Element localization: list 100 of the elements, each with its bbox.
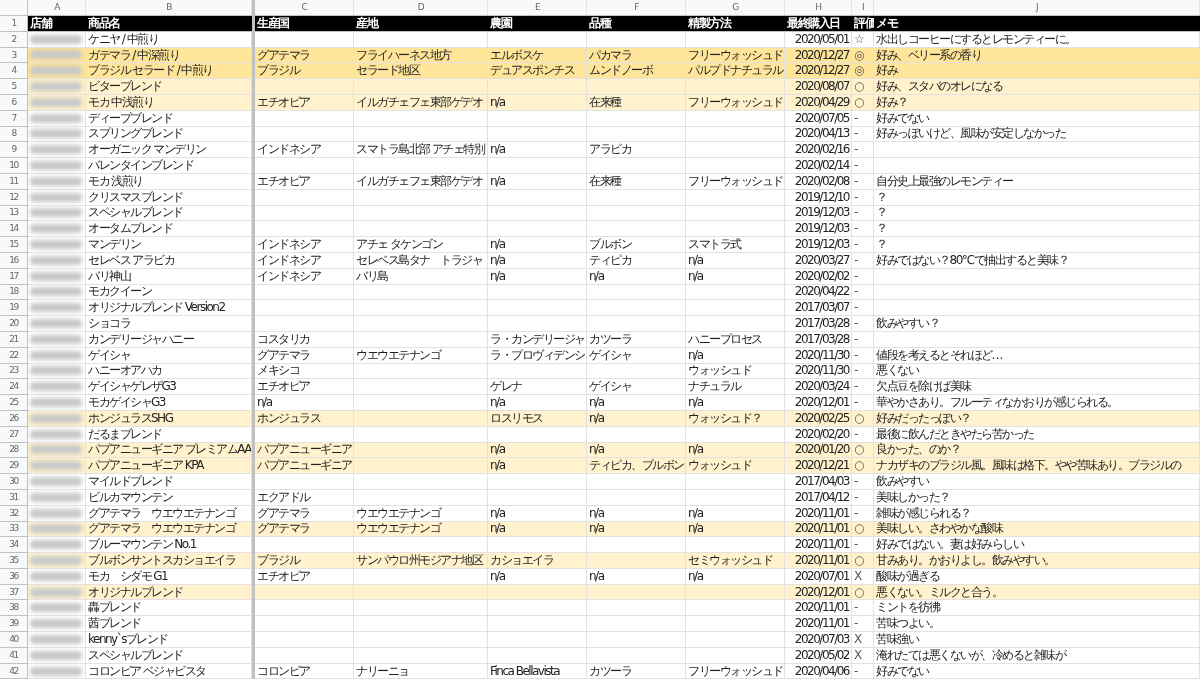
column-letter[interactable]: C (255, 0, 354, 15)
row-number[interactable]: 4 (0, 63, 28, 80)
table-row[interactable]: 39 茜ブレンド 2020/11/01 - 苦味つよい。 (0, 616, 1200, 633)
column-letter[interactable]: H (785, 0, 852, 15)
blurred-text (30, 113, 82, 123)
blurred-text (30, 429, 82, 439)
column-letter[interactable]: D (354, 0, 488, 15)
table-cell: サンパウロ州モジアナ地区 (356, 553, 482, 568)
blurred-text (30, 634, 82, 644)
table-cell: n/a (688, 252, 703, 268)
table-cell: 2020/11/01 (794, 505, 849, 521)
blurred-text (30, 398, 82, 407)
row-number[interactable]: 15 (0, 237, 28, 253)
blurred-text (30, 556, 82, 565)
table-cell: カツーラ (589, 663, 631, 679)
blurred-text (30, 287, 82, 297)
table-cell: 2020/04/29 (794, 95, 849, 110)
table-cell: n/a (688, 268, 703, 284)
table-cell: 2020/11/01 (794, 600, 849, 616)
row-number[interactable]: 29 (0, 458, 28, 475)
blurred-text (30, 255, 82, 265)
table-cell: n/a (688, 505, 703, 521)
table-cell: 良かった、のか？ (876, 442, 960, 458)
table-cell: ロスリモス (490, 410, 543, 426)
row-number[interactable]: 35 (0, 553, 28, 569)
table-row[interactable]: 24 ゲイシャゲレザG3 エチオピア ゲレナ ゲイシャ ナチュラル 2020/03/24 - 欠点豆を除けば美味 (0, 379, 1200, 396)
table-row[interactable]: 30 マイルドブレンド 2017/04/03 - 飲みやすい (0, 474, 1200, 490)
table-cell: n/a (490, 568, 505, 584)
table-row[interactable]: 15 マンデリン インドネシア アチェ タケンゴン n/a ブルボン スマトラ式 2019/12/03 - ？ (0, 237, 1200, 253)
table-cell: 2020/07/03 (794, 632, 849, 647)
table-row[interactable]: 20 ショコラ 2017/03/28 - 飲みやすい？ (0, 316, 1200, 332)
table-cell: 2017/04/12 (794, 489, 849, 505)
table-cell: ハニーオアハカ (88, 363, 162, 379)
table-cell: 好み、ベリー系の香り (876, 47, 981, 63)
table-cell: ○ (854, 95, 863, 110)
table-cell: Finca Bellavista (490, 663, 560, 679)
table-cell: パルプドナチュラル (688, 63, 783, 79)
table-cell: ？ (876, 221, 887, 237)
row-number[interactable]: 5 (0, 79, 28, 95)
column-letter[interactable]: I (852, 0, 874, 15)
column-letter[interactable]: G (686, 0, 785, 15)
table-row[interactable]: 25 モカゲイシャG3 n/a n/a n/a n/a 2020/12/01 - 華やかさあり。フルーティなかおりが感じられる。 (0, 395, 1200, 411)
table-cell: 淹れたては悪くないが、冷めると雑味が (876, 647, 1065, 663)
table-cell: 2020/07/05 (794, 110, 849, 126)
table-cell: - (854, 616, 857, 632)
table-cell: 2017/03/28 (794, 316, 849, 331)
table-cell: グアテマラ ウエウエテナンゴ (88, 505, 235, 521)
row-number[interactable]: 24 (0, 379, 28, 396)
table-cell: ウォッシュド？ (688, 410, 762, 426)
table-row[interactable]: 19 オリジナルブレンド Version2 2017/03/07 - (0, 300, 1200, 317)
row-number[interactable]: 40 (0, 632, 28, 648)
row-number[interactable]: 25 (0, 395, 28, 411)
table-cell: ムンドノーボ (589, 63, 652, 79)
table-row[interactable]: 9 オーガニック マンデリン インドネシア スマトラ島北部 アチェ特別 n/a アラビカ 2020/02/16 - (0, 142, 1200, 159)
table-cell: - (854, 284, 857, 300)
table-row[interactable]: 10 バレンタインブレンド 2020/02/14 - (0, 158, 1200, 174)
table-cell: 好みではない。妻は好みらしい (876, 537, 1023, 553)
row-number[interactable]: 14 (0, 221, 28, 238)
table-row[interactable]: 29 パプアニューギニア KPA パプアニューギニア n/a ティピカ、ブルボン ウォッシュド 2020/12/21 ○ ナカザキのブラジル風。風味は格下。やや苦味あり。ブラジルの (0, 458, 1200, 475)
row-number[interactable]: 30 (0, 474, 28, 490)
column-letter[interactable]: A (28, 0, 86, 15)
table-row[interactable]: 34 ブルーマウンテン No.1 2020/11/01 - 好みではない。妻は好みらしい (0, 537, 1200, 554)
table-cell: 悪くない。ミルクと合う。 (876, 584, 1002, 600)
table-cell: 2020/11/01 (794, 521, 849, 537)
row-number[interactable]: 39 (0, 616, 28, 633)
table-cell: ビターブレンド (88, 79, 162, 94)
table-cell: ショコラ (88, 316, 130, 331)
row-number[interactable]: 19 (0, 300, 28, 317)
table-row[interactable]: 4 ブラジル セラード / 中煎り ブラジル セラード地区 デュアスポンチス ムンドノーボ パルプドナチュラル 2020/12/27 ◎ 好み (0, 63, 1200, 80)
table-cell: ゲイシャ (88, 347, 130, 363)
table-cell: n/a (257, 395, 272, 410)
table-cell: 2020/12/01 (794, 395, 849, 410)
row-number[interactable]: 34 (0, 537, 28, 554)
table-cell: ゲイシャ (589, 379, 631, 395)
table-cell: n/a (490, 252, 505, 268)
row-number[interactable]: 20 (0, 316, 28, 332)
column-letter[interactable]: F (587, 0, 686, 15)
row-number[interactable]: 38 (0, 600, 28, 617)
table-cell: - (854, 474, 857, 489)
column-letter[interactable]: E (488, 0, 587, 15)
table-cell: 苦味強い (876, 632, 918, 647)
column-letter[interactable]: J (874, 0, 1200, 15)
table-cell: オーガニック マンデリン (88, 142, 206, 158)
blurred-text (30, 492, 82, 502)
row-number[interactable]: 1 (0, 16, 28, 31)
table-row[interactable]: 14 オータムブレンド 2019/12/03 - ？ (0, 221, 1200, 238)
table-cell: ナカザキのブラジル風。風味は格下。やや苦味あり。ブラジルの (876, 458, 1181, 474)
table-row[interactable]: 5 ビターブレンド 2020/08/07 ○ 好み、スタバのオレになる (0, 79, 1200, 95)
table-cell: エルボスケ (490, 47, 543, 63)
table-row[interactable]: 35 ブルボンサントスカショエイラ ブラジル サンパウロ州モジアナ地区 カショエイラ セミウォッシュド 2020/11/01 ○ 甘みあり。かおりよし。飲みやすい。 (0, 553, 1200, 569)
table-cell: エチオピア (257, 95, 310, 110)
table-cell: - (854, 142, 857, 158)
table-cell: モカ 浅煎り (88, 173, 143, 189)
table-row[interactable]: 40 kenny`sブレンド 2020/07/03 X 苦味強い (0, 632, 1200, 648)
table-cell: - (854, 268, 857, 284)
table-cell: グアテマラ (257, 347, 310, 363)
blurred-text (30, 303, 82, 313)
row-number[interactable]: 10 (0, 158, 28, 174)
row-number[interactable]: 9 (0, 142, 28, 159)
table-row[interactable]: 38 轟ブレンド 2020/11/01 - ミントを彷彿 (0, 600, 1200, 617)
